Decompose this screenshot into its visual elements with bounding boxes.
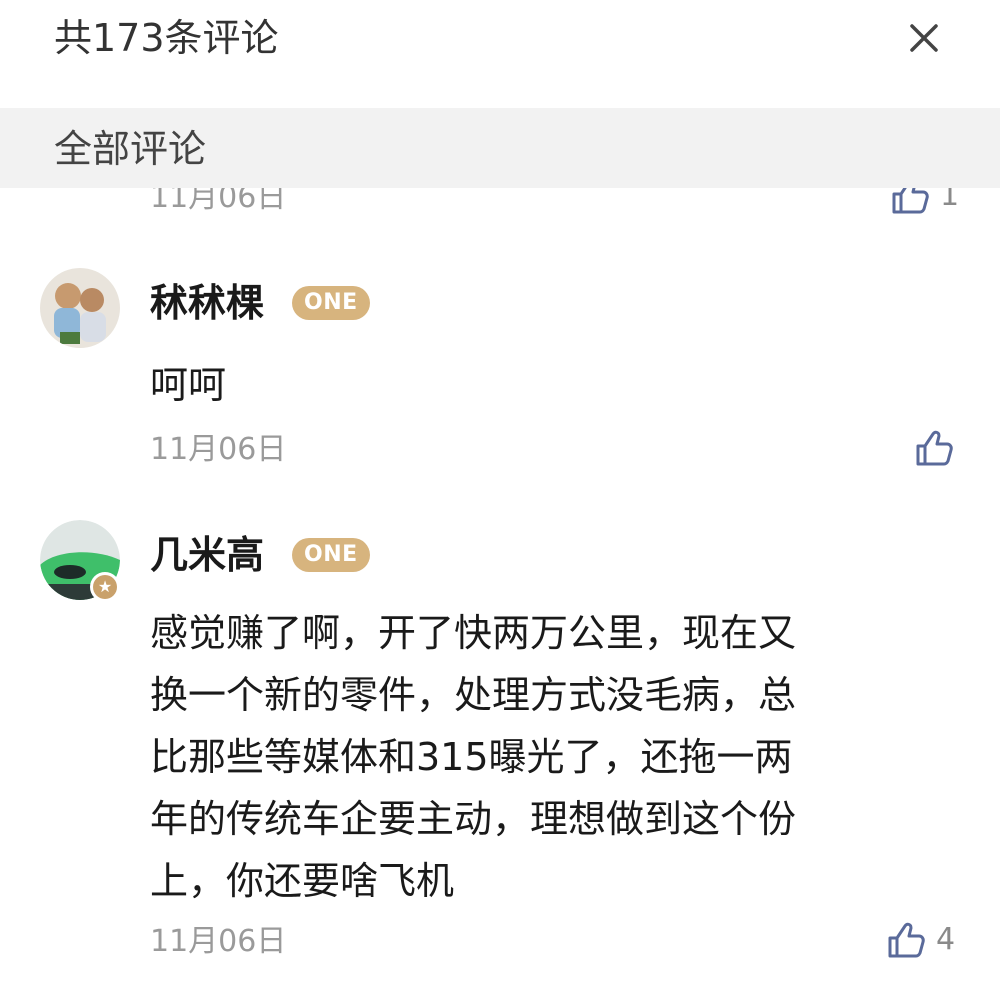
username[interactable]: 几米高 <box>150 530 264 580</box>
star-badge-icon: ★ <box>90 572 120 602</box>
comment-text-line: 年的传统车企要主动，理想做到这个份 <box>150 797 797 841</box>
comment-text-line: 比那些等媒体和315曝光了，还拖一两 <box>150 735 793 779</box>
close-button[interactable] <box>906 20 942 56</box>
close-icon <box>910 24 938 52</box>
thumbs-up-icon <box>888 922 925 958</box>
comment-date: 11月06日 <box>150 188 287 215</box>
comment-item: 11月06日 1 <box>0 188 1000 218</box>
comment-text-line: 换一个新的零件，处理方式没毛病，总 <box>150 673 797 717</box>
member-badge: ONE <box>292 538 370 572</box>
like-count: 4 <box>936 922 956 957</box>
comment-count-title: 共173条评论 <box>54 16 279 60</box>
like-button[interactable] <box>912 426 964 470</box>
like-button[interactable]: 4 <box>884 918 955 962</box>
comment-item: 秫秫棵 ONE 呵呵 11月06日 <box>0 268 1000 468</box>
thumbs-up-icon <box>892 188 929 214</box>
all-comments-title: 全部评论 <box>54 127 207 171</box>
like-button[interactable]: 1 <box>888 188 959 218</box>
comment-date: 11月06日 <box>150 924 287 959</box>
username[interactable]: 秫秫棵 <box>150 278 264 328</box>
comment-date: 11月06日 <box>150 432 287 467</box>
avatar[interactable] <box>40 268 120 348</box>
avatar-photo <box>40 268 120 348</box>
member-badge: ONE <box>292 286 370 320</box>
thumbs-up-icon <box>916 430 953 466</box>
comment-item: ★ 几米高 ONE 感觉赚了啊，开了快两万公里，现在又 换一个新的零件，处理方式… <box>0 520 1000 990</box>
comment-text: 呵呵 <box>150 363 227 407</box>
comment-list[interactable]: 11月06日 1 秫秫棵 ONE 呵呵 11月06日 ★ 几米高 ONE 感觉赚… <box>0 188 1000 991</box>
like-count: 1 <box>940 188 960 213</box>
comment-text-line: 上，你还要啥飞机 <box>150 859 455 903</box>
comments-header: 共173条评论 <box>0 0 1000 108</box>
section-bar: 全部评论 <box>0 108 1000 188</box>
avatar[interactable]: ★ <box>40 520 120 602</box>
comment-text: 感觉赚了啊，开了快两万公里，现在又 换一个新的零件，处理方式没毛病，总 比那些等… <box>150 602 890 912</box>
comment-text-line: 感觉赚了啊，开了快两万公里，现在又 <box>150 611 797 655</box>
